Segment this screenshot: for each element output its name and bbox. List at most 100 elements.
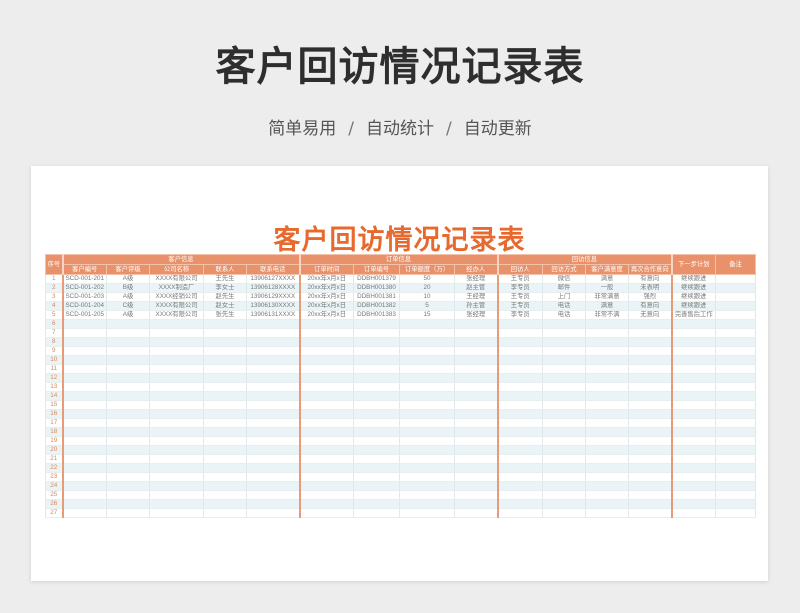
table-cell[interactable] xyxy=(203,328,247,338)
table-cell[interactable] xyxy=(454,508,498,518)
table-cell[interactable]: 李专员 xyxy=(496,283,543,293)
table-cell[interactable] xyxy=(585,382,629,392)
table-cell[interactable] xyxy=(542,373,586,383)
table-cell[interactable] xyxy=(454,490,498,500)
table-cell[interactable] xyxy=(454,472,498,482)
table-cell[interactable] xyxy=(106,490,150,500)
table-cell[interactable] xyxy=(542,391,586,401)
table-cell[interactable] xyxy=(399,436,455,446)
row-index-cell[interactable]: 5 xyxy=(45,310,63,320)
table-cell[interactable] xyxy=(246,400,300,410)
table-cell[interactable] xyxy=(542,490,586,500)
table-cell[interactable] xyxy=(585,346,629,356)
table-cell[interactable] xyxy=(106,436,150,446)
table-cell[interactable] xyxy=(628,337,672,347)
table-cell[interactable] xyxy=(353,346,400,356)
table-cell[interactable] xyxy=(203,337,247,347)
table-cell[interactable] xyxy=(496,436,543,446)
table-cell[interactable] xyxy=(715,283,756,293)
table-cell[interactable] xyxy=(628,409,672,419)
table-cell[interactable] xyxy=(203,481,247,491)
table-cell[interactable]: 20xx年x月x日 xyxy=(298,292,354,302)
table-cell[interactable] xyxy=(542,463,586,473)
table-cell[interactable] xyxy=(203,454,247,464)
table-cell[interactable] xyxy=(399,400,455,410)
table-cell[interactable] xyxy=(203,409,247,419)
table-cell[interactable] xyxy=(670,319,716,329)
table-cell[interactable] xyxy=(298,418,354,428)
table-cell[interactable] xyxy=(106,445,150,455)
table-cell[interactable] xyxy=(670,373,716,383)
row-index-cell[interactable]: 8 xyxy=(45,337,63,347)
table-cell[interactable] xyxy=(715,292,756,302)
row-index-cell[interactable]: 12 xyxy=(45,373,63,383)
table-cell[interactable] xyxy=(496,481,543,491)
table-cell[interactable] xyxy=(585,400,629,410)
table-cell[interactable] xyxy=(670,328,716,338)
table-cell[interactable] xyxy=(628,382,672,392)
table-cell[interactable]: 王先生 xyxy=(203,274,247,284)
table-cell[interactable]: 微信 xyxy=(542,274,586,284)
table-cell[interactable] xyxy=(670,364,716,374)
table-cell[interactable]: 一般 xyxy=(585,283,629,293)
table-cell[interactable] xyxy=(399,454,455,464)
table-cell[interactable]: 13906128XXXX xyxy=(246,283,300,293)
table-cell[interactable]: 孙主管 xyxy=(454,301,498,311)
table-cell[interactable] xyxy=(246,355,300,365)
table-cell[interactable] xyxy=(106,409,150,419)
table-cell[interactable] xyxy=(106,400,150,410)
table-cell[interactable] xyxy=(542,364,586,374)
table-cell[interactable] xyxy=(149,391,204,401)
table-cell[interactable] xyxy=(715,400,756,410)
table-cell[interactable] xyxy=(715,508,756,518)
table-cell[interactable]: 13906131XXXX xyxy=(246,310,300,320)
table-cell[interactable] xyxy=(542,472,586,482)
table-cell[interactable] xyxy=(149,427,204,437)
table-cell[interactable] xyxy=(106,382,150,392)
table-cell[interactable]: 50 xyxy=(399,274,455,284)
row-index-cell[interactable]: 3 xyxy=(45,292,63,302)
table-cell[interactable] xyxy=(246,481,300,491)
table-cell[interactable] xyxy=(670,481,716,491)
table-cell[interactable] xyxy=(203,463,247,473)
table-cell[interactable] xyxy=(353,409,400,419)
table-cell[interactable] xyxy=(670,454,716,464)
table-cell[interactable] xyxy=(149,508,204,518)
table-cell[interactable] xyxy=(715,472,756,482)
table-cell[interactable] xyxy=(585,436,629,446)
table-cell[interactable] xyxy=(399,373,455,383)
table-cell[interactable] xyxy=(670,391,716,401)
table-cell[interactable] xyxy=(496,382,543,392)
table-cell[interactable] xyxy=(246,436,300,446)
table-cell[interactable] xyxy=(298,427,354,437)
table-cell[interactable] xyxy=(203,472,247,482)
table-cell[interactable] xyxy=(628,355,672,365)
table-cell[interactable] xyxy=(496,409,543,419)
table-cell[interactable] xyxy=(353,328,400,338)
table-cell[interactable] xyxy=(628,463,672,473)
table-cell[interactable]: 无意向 xyxy=(628,310,672,320)
table-cell[interactable]: 20xx年x月x日 xyxy=(298,283,354,293)
table-cell[interactable] xyxy=(585,463,629,473)
table-cell[interactable] xyxy=(353,454,400,464)
table-cell[interactable]: 继续跟进 xyxy=(670,283,716,293)
table-cell[interactable]: 15 xyxy=(399,310,455,320)
table-cell[interactable] xyxy=(542,382,586,392)
row-index-cell[interactable]: 15 xyxy=(45,400,63,410)
table-cell[interactable] xyxy=(585,472,629,482)
table-cell[interactable] xyxy=(496,508,543,518)
table-cell[interactable]: 完善售后工作 xyxy=(670,310,716,320)
table-cell[interactable] xyxy=(715,319,756,329)
table-cell[interactable] xyxy=(496,364,543,374)
row-index-cell[interactable]: 10 xyxy=(45,355,63,365)
table-cell[interactable] xyxy=(203,499,247,509)
table-cell[interactable] xyxy=(149,319,204,329)
table-cell[interactable]: 张先生 xyxy=(203,310,247,320)
table-cell[interactable] xyxy=(149,346,204,356)
table-cell[interactable] xyxy=(585,391,629,401)
table-cell[interactable] xyxy=(715,364,756,374)
table-cell[interactable] xyxy=(670,508,716,518)
table-cell[interactable] xyxy=(670,382,716,392)
row-index-cell[interactable]: 11 xyxy=(45,364,63,374)
table-cell[interactable] xyxy=(542,328,586,338)
